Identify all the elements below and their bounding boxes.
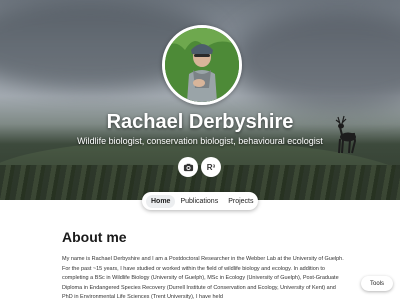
nav-home[interactable]: Home: [146, 194, 176, 208]
tools-button[interactable]: Tools: [361, 276, 393, 291]
bio-text: My name is Rachael Derbyshire and I am a…: [62, 256, 344, 300]
nav-publications[interactable]: Publications: [175, 195, 223, 208]
section-heading: About me: [62, 229, 127, 245]
hero-banner: Rachael Derbyshire Wildlife biologist, c…: [0, 0, 400, 200]
main-nav: Home Publications Projects: [142, 192, 258, 210]
camera-icon[interactable]: [178, 157, 198, 177]
profile-name: Rachael Derbyshire: [106, 111, 294, 133]
researchgate-label: R³: [206, 162, 216, 172]
tools-label: Tools: [369, 280, 384, 287]
researchgate-icon[interactable]: R³: [201, 157, 221, 177]
profile-photo: [162, 25, 242, 105]
cloud-shape: [230, 10, 400, 110]
nav-projects[interactable]: Projects: [223, 195, 258, 208]
profile-tagline: Wildlife biologist, conservation biologi…: [77, 136, 323, 146]
